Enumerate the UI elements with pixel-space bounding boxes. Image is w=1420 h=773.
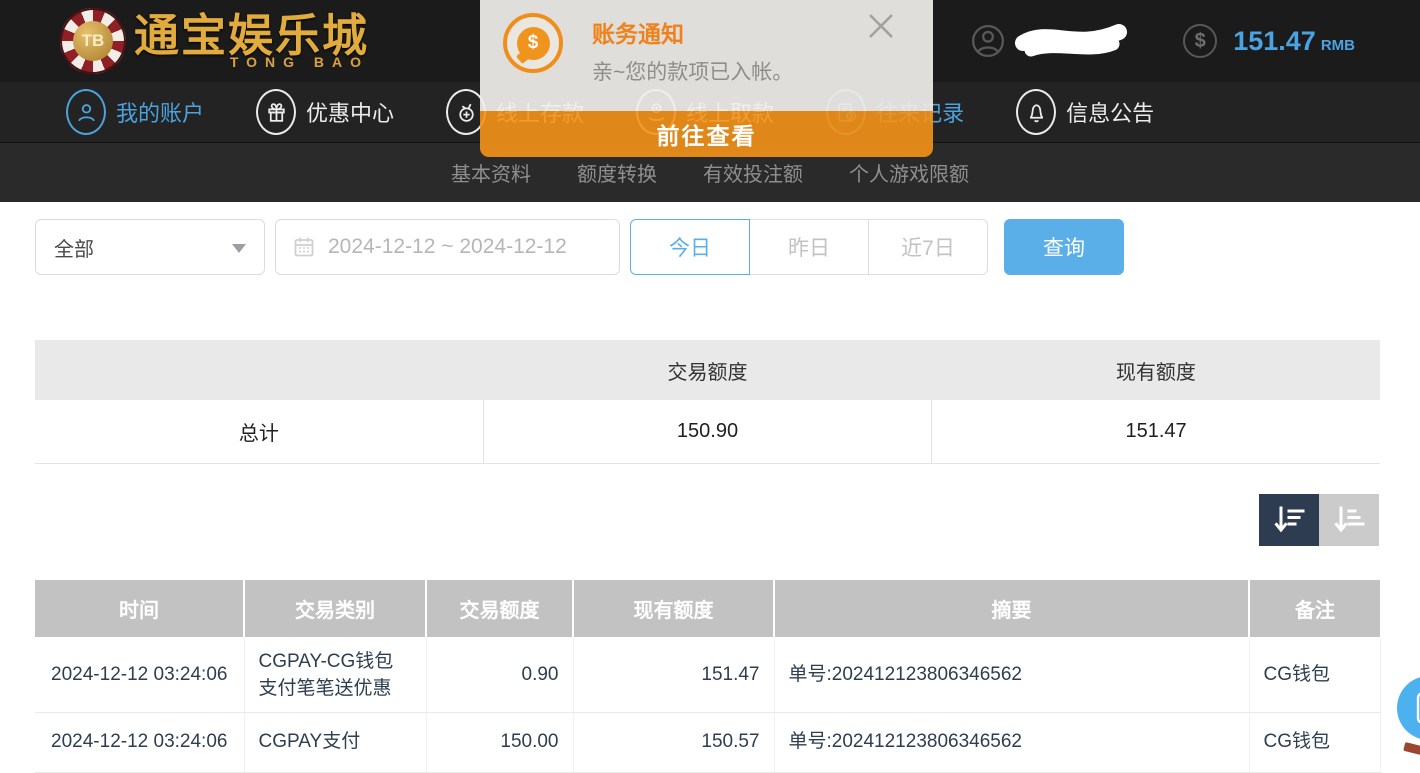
subnav-item-valid-bets[interactable]: 有效投注额 <box>703 158 803 187</box>
transactions-header-row: 时间 交易类别 交易额度 现有额度 摘要 备注 <box>35 580 1380 638</box>
date-range-value: 2024-12-12 ~ 2024-12-12 <box>328 235 567 259</box>
col-header-type: 交易类别 <box>244 580 426 638</box>
gift-icon <box>256 89 296 135</box>
brand-subtitle: TONG BAO <box>230 54 369 70</box>
search-button[interactable]: 查询 <box>1004 219 1124 275</box>
dollar-glyph: $ <box>528 32 539 54</box>
brand-name: 通宝娱乐城 <box>134 13 369 58</box>
cell-note: CG钱包 <box>1249 712 1380 772</box>
topbar-account-area: $ 151.47 RMB <box>971 0 1355 82</box>
filter-row: 全部 2024-12-12 ~ 2024-12-12 今日 昨日 近7日 查询 <box>35 218 1420 276</box>
subnav-item-profile[interactable]: 基本资料 <box>451 158 531 187</box>
subnav-item-game-limits[interactable]: 个人游戏限额 <box>849 158 969 187</box>
chevron-down-icon <box>232 244 246 253</box>
chip-label: TB <box>82 31 105 51</box>
device-icon <box>1414 690 1420 726</box>
summary-header-current-amount: 现有额度 <box>932 340 1380 400</box>
summary-header-row: 交易额度 现有额度 <box>35 340 1380 400</box>
table-row: 2024-12-12 03:24:06 CGPAY支付 150.00 150.5… <box>35 712 1380 772</box>
transactions-table: 时间 交易类别 交易额度 现有额度 摘要 备注 2024-12-12 03:24… <box>35 580 1381 773</box>
user-avatar-icon <box>971 24 1005 58</box>
username-redacted[interactable] <box>1015 21 1127 61</box>
quick-last7days-button[interactable]: 近7日 <box>868 219 988 275</box>
cell-current-amount: 150.57 <box>573 712 774 772</box>
nav-item-announcements[interactable]: 信息公告 <box>1016 89 1154 135</box>
sort-descending-icon <box>1272 504 1306 536</box>
nav-label: 信息公告 <box>1066 96 1154 128</box>
calendar-icon <box>292 235 316 259</box>
table-row: 2024-12-12 03:24:06 CGPAY-CG钱包支付笔笔送优惠 0.… <box>35 638 1380 713</box>
notification-body: $ 账务通知 亲~您的款项已入帐。 <box>480 0 933 111</box>
col-header-trade-amount: 交易额度 <box>426 580 573 638</box>
nav-label: 我的账户 <box>116 96 204 128</box>
cell-type: CGPAY-CG钱包支付笔笔送优惠 <box>244 638 426 713</box>
cell-time: 2024-12-12 03:24:06 <box>35 712 244 772</box>
quick-today-button[interactable]: 今日 <box>630 219 750 275</box>
close-icon[interactable] <box>862 7 900 45</box>
cell-current-amount: 151.47 <box>573 638 774 713</box>
summary-table: 交易额度 现有额度 总计 150.90 151.47 <box>35 340 1380 464</box>
brand-text: 通宝娱乐城 TONG BAO <box>134 13 369 70</box>
subnav-item-credit-transfer[interactable]: 额度转换 <box>577 158 657 187</box>
summary-total-row: 总计 150.90 151.47 <box>35 400 1380 463</box>
coin-glyph: $ <box>1195 30 1206 53</box>
summary-total-current-amount: 151.47 <box>932 400 1380 463</box>
quick-yesterday-button[interactable]: 昨日 <box>749 219 869 275</box>
date-range-input[interactable]: 2024-12-12 ~ 2024-12-12 <box>275 219 620 275</box>
bell-icon <box>1016 89 1056 135</box>
quick-range-group: 今日 昨日 近7日 <box>630 219 988 275</box>
col-header-summary: 摘要 <box>774 580 1249 638</box>
brand-logo[interactable]: TB 通宝娱乐城 TONG BAO <box>60 8 369 74</box>
account-notification-popup: $ 账务通知 亲~您的款项已入帐。 前往查看 <box>480 0 933 157</box>
nav-item-my-account[interactable]: 我的账户 <box>66 89 204 135</box>
sort-ascending-icon <box>1332 504 1366 536</box>
summary-header-empty <box>35 340 483 400</box>
sort-descending-button[interactable] <box>1259 494 1319 546</box>
nav-item-promotions[interactable]: 优惠中心 <box>256 89 394 135</box>
cell-type: CGPAY支付 <box>244 712 426 772</box>
col-header-time: 时间 <box>35 580 244 638</box>
content-area: 全部 2024-12-12 ~ 2024-12-12 今日 昨日 近7日 查询 … <box>0 218 1420 773</box>
summary-header-trade-amount: 交易额度 <box>483 340 931 400</box>
account-balance: 151.47 RMB <box>1233 26 1355 57</box>
col-header-current-amount: 现有额度 <box>573 580 774 638</box>
sort-controls <box>0 494 1379 546</box>
notification-message: 亲~您的款项已入帐。 <box>592 56 793 86</box>
sort-ascending-button[interactable] <box>1319 494 1379 546</box>
balance-currency: RMB <box>1321 37 1355 54</box>
cell-trade-amount: 0.90 <box>426 638 573 713</box>
cell-summary: 单号:202412123806346562 <box>774 638 1249 713</box>
casino-chip-icon: TB <box>60 8 126 74</box>
balance-amount: 151.47 <box>1233 26 1316 56</box>
summary-total-trade-amount: 150.90 <box>483 400 931 463</box>
cell-summary: 单号:202412123806346562 <box>774 712 1249 772</box>
money-message-icon: $ <box>503 13 563 73</box>
account-icon <box>66 89 106 135</box>
go-view-button[interactable]: 前往查看 <box>480 111 933 157</box>
col-header-note: 备注 <box>1249 580 1380 638</box>
notification-title: 账务通知 <box>592 15 684 49</box>
cell-note: CG钱包 <box>1249 638 1380 713</box>
type-select[interactable]: 全部 <box>35 219 265 275</box>
cell-trade-amount: 150.00 <box>426 712 573 772</box>
summary-total-label: 总计 <box>35 400 483 463</box>
cell-time: 2024-12-12 03:24:06 <box>35 638 244 713</box>
nav-label: 优惠中心 <box>306 96 394 128</box>
type-select-value: 全部 <box>54 233 94 262</box>
balance-coin-icon: $ <box>1183 24 1217 58</box>
